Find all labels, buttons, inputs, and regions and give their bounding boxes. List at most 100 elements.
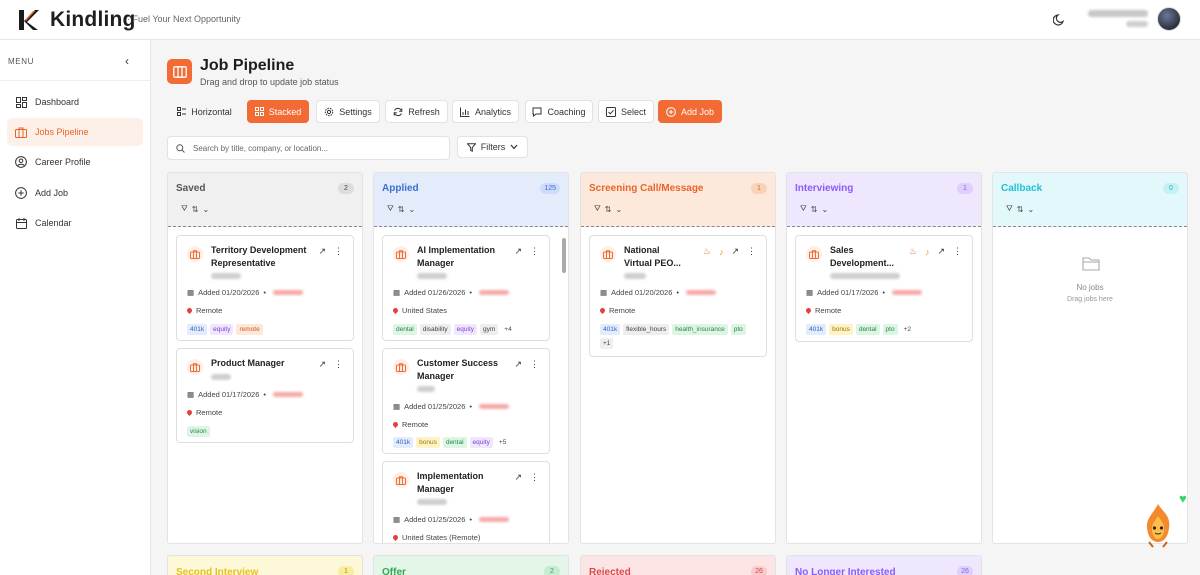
tag-more[interactable]: +5	[496, 437, 509, 448]
column-screening: Screening Call/Message 1 ⛛ ⇅ ⌄ National Vi…	[580, 172, 776, 544]
refresh-button[interactable]: Refresh	[385, 100, 448, 123]
job-card[interactable]: Implementation Manager ↗ ⋮ ▦ Added 01/25/2…	[382, 461, 550, 543]
sort-icon[interactable]: ⇅	[1017, 205, 1024, 214]
fire-icon: ♨	[908, 246, 917, 256]
more-options-icon[interactable]: ⋮	[747, 246, 756, 257]
tag-more[interactable]: +1	[600, 338, 614, 349]
more-options-icon[interactable]: ⋮	[530, 246, 539, 257]
settings-button[interactable]: Settings	[316, 100, 380, 123]
filter-icon[interactable]: ⛛	[800, 204, 807, 214]
sidebar-item-label: Career Profile	[35, 157, 91, 167]
column-header: Screening Call/Message 1 ⛛ ⇅ ⌄	[581, 173, 775, 227]
tag: dental	[442, 437, 467, 448]
external-link-icon[interactable]: ↗	[514, 472, 522, 483]
list-icon	[177, 107, 187, 116]
company-redacted	[211, 273, 241, 279]
coaching-button[interactable]: Coaching	[525, 100, 593, 123]
more-options-icon[interactable]: ⋮	[953, 246, 962, 257]
filter-icon[interactable]: ⛛	[181, 204, 188, 214]
chevron-down-icon[interactable]: ⌄	[821, 205, 828, 214]
sidebar-item-label: Dashboard	[35, 97, 80, 107]
dark-mode-icon[interactable]	[1053, 12, 1067, 26]
brand-name[interactable]: Kindling	[50, 8, 136, 32]
collapse-sidebar-icon[interactable]: ‹	[125, 54, 129, 68]
sidebar-item-calendar[interactable]: Calendar	[7, 209, 143, 237]
column-title: Screening Call/Message	[589, 183, 704, 194]
chevron-down-icon[interactable]: ⌄	[408, 205, 415, 214]
user-name-redacted	[1088, 10, 1148, 17]
tag-list: 401k bonus dental equity +5	[393, 437, 553, 448]
page-title: Job Pipeline	[200, 57, 295, 74]
chevron-down-icon[interactable]: ⌄	[202, 205, 209, 214]
sidebar-item-label: Calendar	[35, 218, 72, 228]
briefcase-icon	[600, 246, 616, 262]
external-link-icon[interactable]: ↗	[937, 246, 945, 257]
tag: dental	[393, 324, 417, 335]
external-link-icon[interactable]: ↗	[514, 246, 522, 257]
add-job-button[interactable]: Add Job	[658, 100, 722, 123]
filter-icon[interactable]: ⛛	[387, 204, 394, 214]
scroll-thumb[interactable]	[562, 238, 566, 273]
column-no-longer-interested: No Longer Interested 26	[786, 555, 982, 575]
external-link-icon[interactable]: ↗	[318, 246, 326, 257]
job-card[interactable]: Product Manager ↗ ⋮ ▦ Added 01/17/2026 • R…	[176, 348, 354, 443]
grid-icon	[254, 107, 264, 116]
chevron-down-icon[interactable]: ⌄	[1027, 205, 1034, 214]
job-card[interactable]: AI Implementation Manager ↗ ⋮ ▦ Added 01/2…	[382, 235, 550, 341]
sidebar-item-dashboard[interactable]: Dashboard	[7, 88, 143, 116]
sort-icon[interactable]: ⇅	[605, 205, 612, 214]
column-tools: ⛛ ⇅ ⌄	[387, 204, 415, 214]
horizontal-view-button[interactable]: Horizontal	[167, 100, 242, 123]
search-input[interactable]	[193, 143, 433, 153]
chevron-down-icon[interactable]: ⌄	[615, 205, 622, 214]
filter-icon[interactable]: ⛛	[594, 204, 601, 214]
column-offer: Offer 2	[373, 555, 569, 575]
tag: pto	[882, 324, 898, 335]
tag-more[interactable]: +4	[501, 324, 514, 335]
avatar[interactable]	[1157, 7, 1181, 31]
settings-label: Settings	[339, 106, 372, 117]
tag-more[interactable]: +2	[901, 324, 914, 335]
stacked-view-button[interactable]: Stacked	[247, 100, 309, 123]
analytics-button[interactable]: Analytics	[452, 100, 519, 123]
tag-list: 401k equity remote	[187, 324, 347, 335]
job-card[interactable]: National Virtual PEO... ♨ ♪ ↗ ⋮ ▦ Added 01/2…	[589, 235, 767, 357]
location: Remote	[185, 306, 222, 315]
job-card[interactable]: Customer Success Manager ↗ ⋮ ▦ Added 01/25…	[382, 348, 550, 454]
pipeline-icon	[167, 59, 192, 84]
external-link-icon[interactable]: ↗	[514, 359, 522, 370]
external-link-icon[interactable]: ↗	[318, 359, 326, 370]
kindling-logo-icon[interactable]	[16, 8, 40, 32]
sort-icon[interactable]: ⇅	[811, 205, 818, 214]
bell-icon[interactable]: ♪	[925, 247, 930, 257]
more-options-icon[interactable]: ⋮	[530, 359, 539, 370]
flame-mascot-icon[interactable]	[1141, 502, 1175, 548]
external-link-icon[interactable]: ↗	[731, 246, 739, 257]
search-icon	[176, 143, 185, 153]
added-date-text: Added 01/26/2026	[404, 288, 466, 297]
refresh-icon	[393, 107, 403, 116]
sidebar-item-add-job[interactable]: Add Job	[7, 179, 143, 207]
more-options-icon[interactable]: ⋮	[334, 359, 343, 370]
sort-icon[interactable]: ⇅	[192, 205, 199, 214]
fire-icon: ♨	[702, 246, 711, 256]
more-options-icon[interactable]: ⋮	[530, 472, 539, 483]
tag: equity	[469, 437, 493, 448]
added-date: ▦ Added 01/17/2026 •	[187, 390, 304, 399]
column-header: Saved 2 ⛛ ⇅ ⌄	[168, 173, 362, 227]
sidebar-item-jobs-pipeline[interactable]: Jobs Pipeline	[7, 118, 143, 146]
filter-icon[interactable]: ⛛	[1006, 204, 1013, 214]
filters-button[interactable]: Filters	[457, 136, 528, 158]
more-options-icon[interactable]: ⋮	[334, 246, 343, 257]
column-header: Callback 0 ⛛ ⇅ ⌄	[993, 173, 1187, 227]
card-actions: ↗ ⋮	[514, 472, 539, 483]
redacted-value	[273, 290, 304, 295]
job-card[interactable]: Sales Development... ♨ ♪ ↗ ⋮ ▦ Added 01/17/2…	[795, 235, 973, 342]
sort-icon[interactable]: ⇅	[398, 205, 405, 214]
job-card[interactable]: Territory Development Representative ↗ ⋮ …	[176, 235, 354, 341]
bell-icon[interactable]: ♪	[719, 247, 724, 257]
sidebar-item-career-profile[interactable]: Career Profile	[7, 148, 143, 176]
select-button[interactable]: Select	[598, 100, 654, 123]
tag: dental	[855, 324, 880, 335]
column-scrollbar[interactable]	[562, 238, 566, 543]
